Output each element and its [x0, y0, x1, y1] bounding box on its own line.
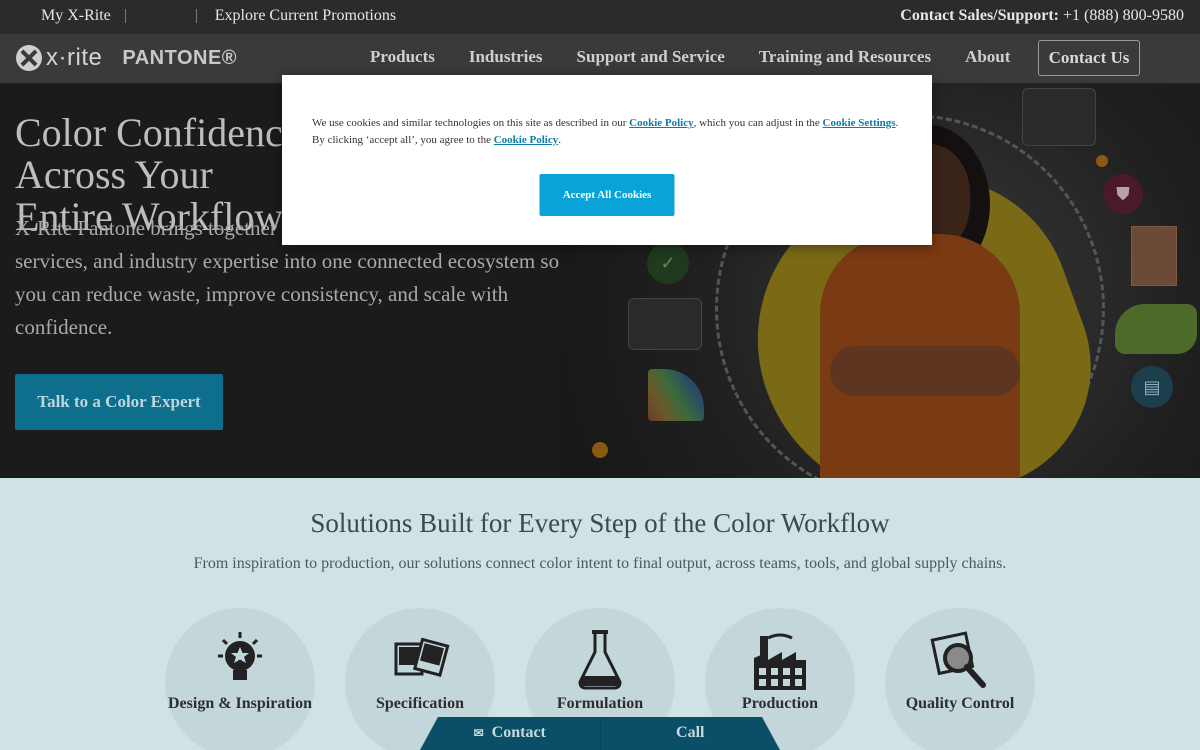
- nav-item-support[interactable]: Support and Service: [577, 47, 725, 67]
- nav-item-industries[interactable]: Industries: [469, 47, 543, 67]
- envelope-icon: ✉: [473, 726, 484, 740]
- shield-check-icon: ✓: [647, 242, 689, 284]
- solution-card-quality[interactable]: Quality Control: [885, 608, 1035, 750]
- xrite-wordmark: x·rite: [46, 44, 103, 71]
- factory-icon: [754, 633, 806, 690]
- utility-bar: My X-Rite Explore Current Promotions Con…: [0, 0, 1200, 34]
- cookie-settings-link[interactable]: Cookie Settings: [823, 117, 896, 129]
- divider: [124, 9, 126, 23]
- call-tab-button[interactable]: Call: [601, 717, 781, 750]
- xrite-logo-icon: [16, 45, 42, 71]
- spectrophotometer-icon: [1022, 88, 1096, 146]
- solutions-subheading: From inspiration to production, our solu…: [193, 555, 1007, 572]
- solutions-section: Solutions Built for Every Step of the Co…: [0, 478, 1200, 750]
- utility-links: My X-Rite Explore Current Promotions: [41, 7, 396, 25]
- contact-tab-button[interactable]: ✉ Contact: [420, 717, 601, 750]
- solution-label: Quality Control: [905, 695, 1015, 712]
- contact-us-button[interactable]: Contact Us: [1038, 40, 1140, 76]
- solution-card-design[interactable]: Design & Inspiration: [165, 608, 315, 750]
- my-xrite-link[interactable]: My X-Rite: [41, 7, 111, 25]
- cookie-text: , which you can adjust in the: [693, 117, 823, 129]
- solution-label: Specification: [376, 695, 464, 712]
- contact-tab-label: Contact: [491, 724, 546, 741]
- divider: [195, 9, 197, 23]
- accept-all-cookies-button[interactable]: Accept All Cookies: [539, 174, 675, 216]
- fabric-swatch-icon: [1131, 226, 1177, 286]
- nav-item-training[interactable]: Training and Resources: [759, 47, 931, 67]
- contact-sales-label: Contact Sales/Support:: [900, 7, 1059, 24]
- accent-dot: [1096, 155, 1108, 167]
- contact-phone-link[interactable]: +1 (888) 800-9580: [1063, 7, 1184, 24]
- cookie-policy-link[interactable]: Cookie Policy: [494, 134, 558, 146]
- talk-to-expert-button[interactable]: Talk to a Color Expert: [15, 374, 223, 430]
- sticky-contact-tab: ✉ Contact Call: [420, 717, 780, 750]
- sneaker-icon: [1115, 304, 1197, 354]
- shield-icon: ⛊: [1103, 174, 1143, 214]
- solution-label: Production: [741, 695, 819, 712]
- cookie-text: .: [558, 134, 561, 146]
- lightbulb-star-icon: [218, 632, 262, 680]
- handheld-device-icon: [628, 298, 702, 350]
- solution-label: Formulation: [556, 695, 644, 712]
- cookie-consent-dialog: We use cookies and similar technologies …: [282, 75, 932, 245]
- solutions-heading: Solutions Built for Every Step of the Co…: [310, 508, 890, 538]
- cookie-text: We use cookies and similar technologies …: [312, 117, 630, 129]
- flask-icon: [578, 630, 622, 690]
- document-icon: ▤: [1131, 366, 1173, 408]
- nav-item-products[interactable]: Products: [370, 47, 435, 67]
- accent-dot: [592, 442, 608, 458]
- magnifier-icon: [930, 631, 986, 688]
- pantone-wordmark: PANTONE®: [122, 46, 238, 69]
- person-arms: [830, 346, 1020, 396]
- cookie-policy-link[interactable]: Cookie Policy: [629, 117, 693, 129]
- cookie-message: We use cookies and similar technologies …: [312, 115, 902, 149]
- primary-nav: Products Industries Support and Service …: [370, 47, 1044, 67]
- nav-item-about[interactable]: About: [965, 47, 1010, 67]
- site-logo[interactable]: x·rite PANTONE®: [16, 44, 237, 72]
- promotions-link[interactable]: Explore Current Promotions: [215, 7, 396, 25]
- swatch-cards-icon: [394, 637, 450, 677]
- contact-sales: Contact Sales/Support: +1 (888) 800-9580: [900, 7, 1184, 25]
- solution-label: Design & Inspiration: [167, 695, 313, 712]
